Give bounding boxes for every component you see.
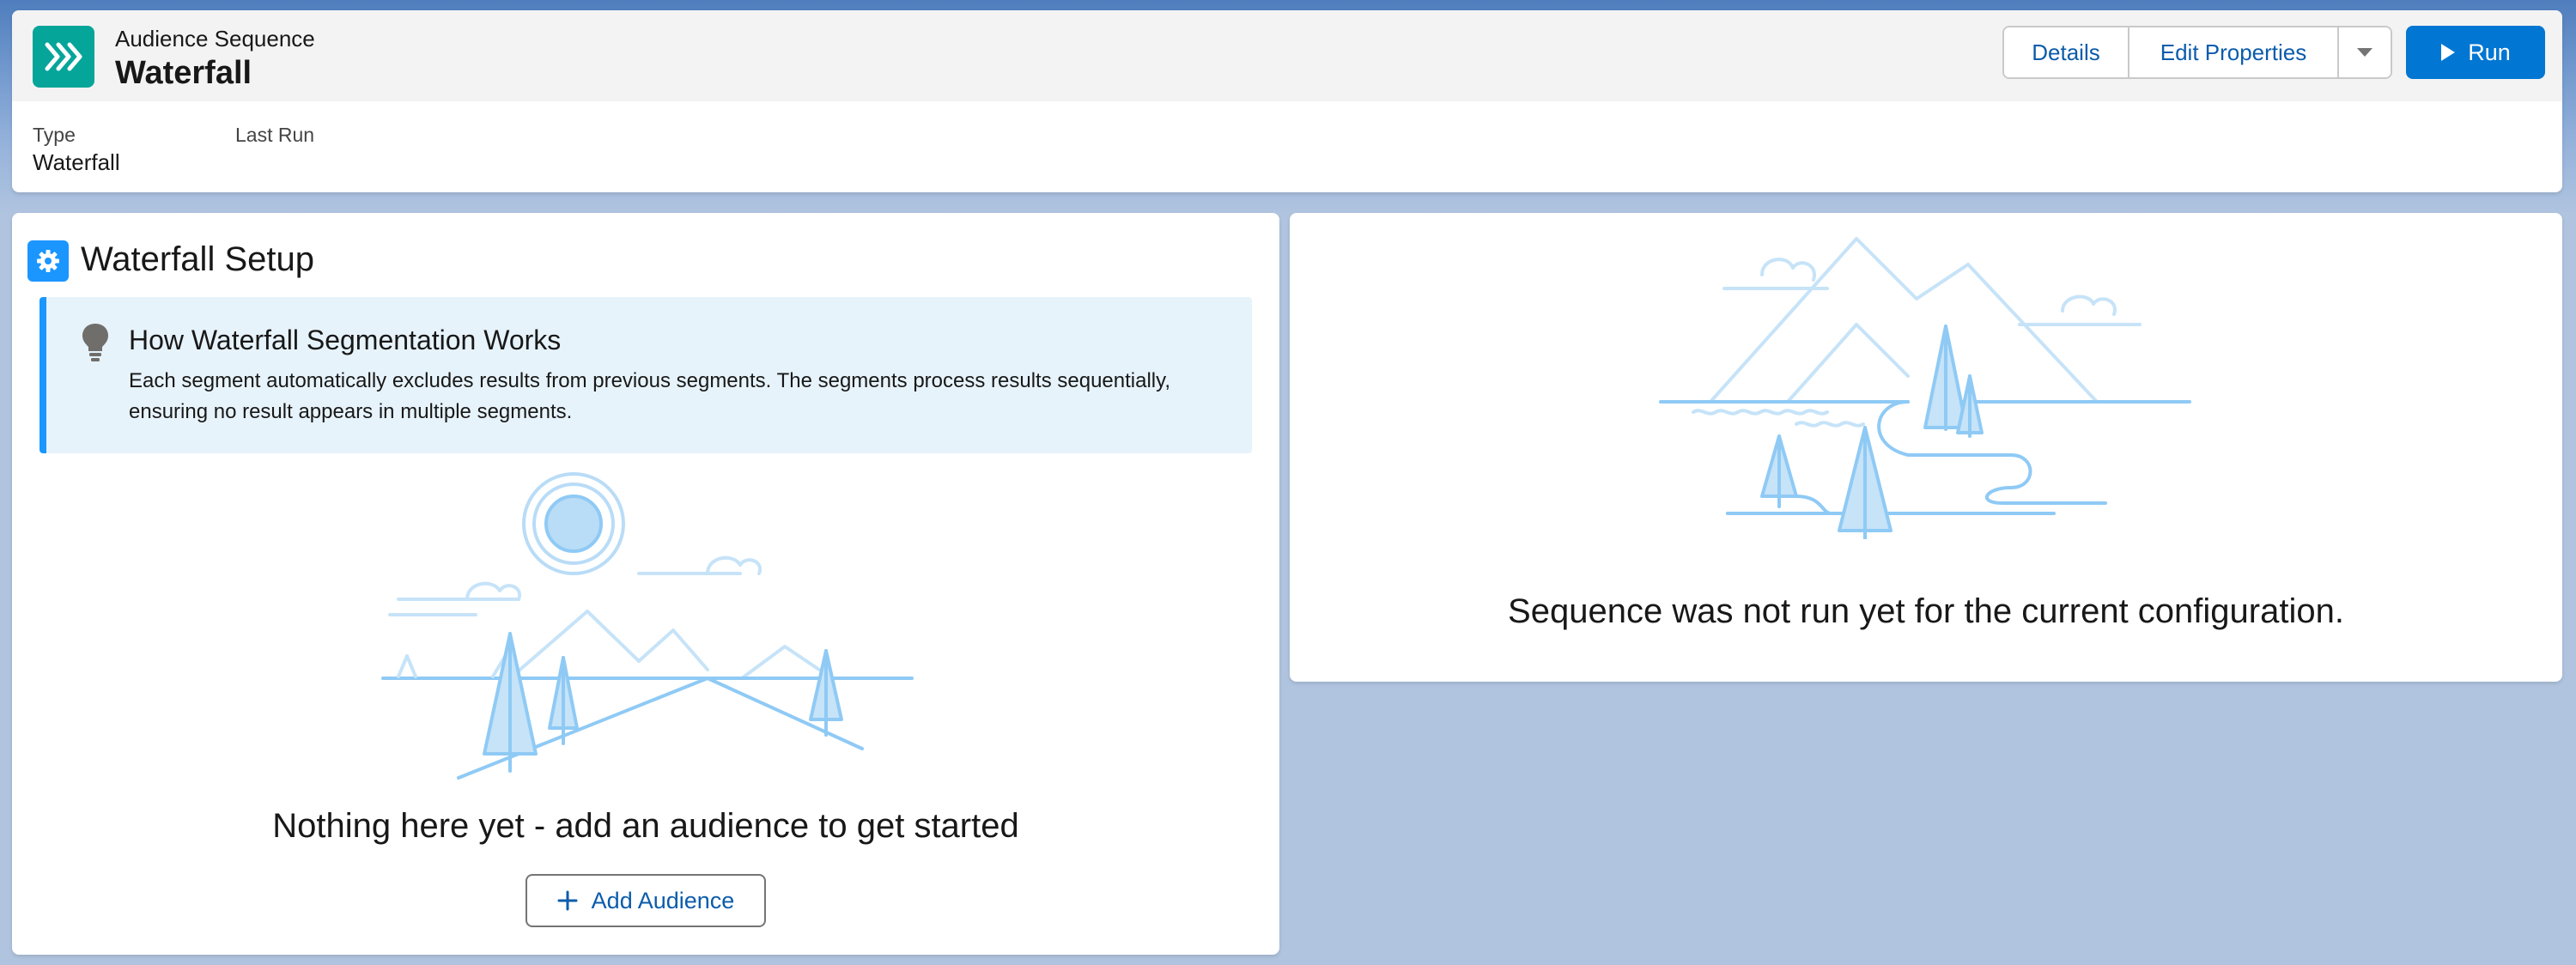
page-title: Waterfall [115,55,252,91]
record-header-top: Audience Sequence Waterfall Details Edit… [12,10,2562,101]
not-run-illustration [1659,237,2191,539]
field-type-value: Waterfall [33,149,120,175]
add-audience-label: Add Audience [591,887,735,913]
setup-title: Waterfall Setup [81,240,314,278]
add-audience-button[interactable]: Add Audience [526,874,766,927]
chevron-down-icon [2357,48,2372,57]
empty-state-illustration [381,472,914,780]
play-icon [2441,44,2456,61]
record-header: Audience Sequence Waterfall Details Edit… [12,10,2562,192]
run-button-label: Run [2468,39,2511,65]
info-box: How Waterfall Segmentation Works Each se… [39,297,1252,453]
object-type-label: Audience Sequence [115,26,315,52]
more-actions-button[interactable] [2339,27,2391,77]
empty-state-message: Nothing here yet - add an audience to ge… [272,807,1019,845]
run-button[interactable]: Run [2406,26,2545,79]
lightbulb-icon [82,324,108,361]
details-button[interactable]: Details [2004,27,2129,77]
sequence-results-card: Sequence was not run yet for the current… [1290,213,2562,682]
gear-icon [27,240,69,282]
info-text: Each segment automatically excludes resu… [129,369,1171,423]
header-button-group: Details Edit Properties [2002,26,2392,79]
chevrons-right-icon [33,26,94,88]
info-title: How Waterfall Segmentation Works [129,325,562,355]
field-last-run-label: Last Run [235,124,315,146]
waterfall-setup-card: Waterfall Setup How Waterfall Segmentati… [12,213,1279,955]
edit-properties-button[interactable]: Edit Properties [2129,27,2339,77]
field-type-label: Type [33,124,76,146]
plus-icon [557,890,578,911]
not-run-message: Sequence was not run yet for the current… [1508,592,2344,630]
